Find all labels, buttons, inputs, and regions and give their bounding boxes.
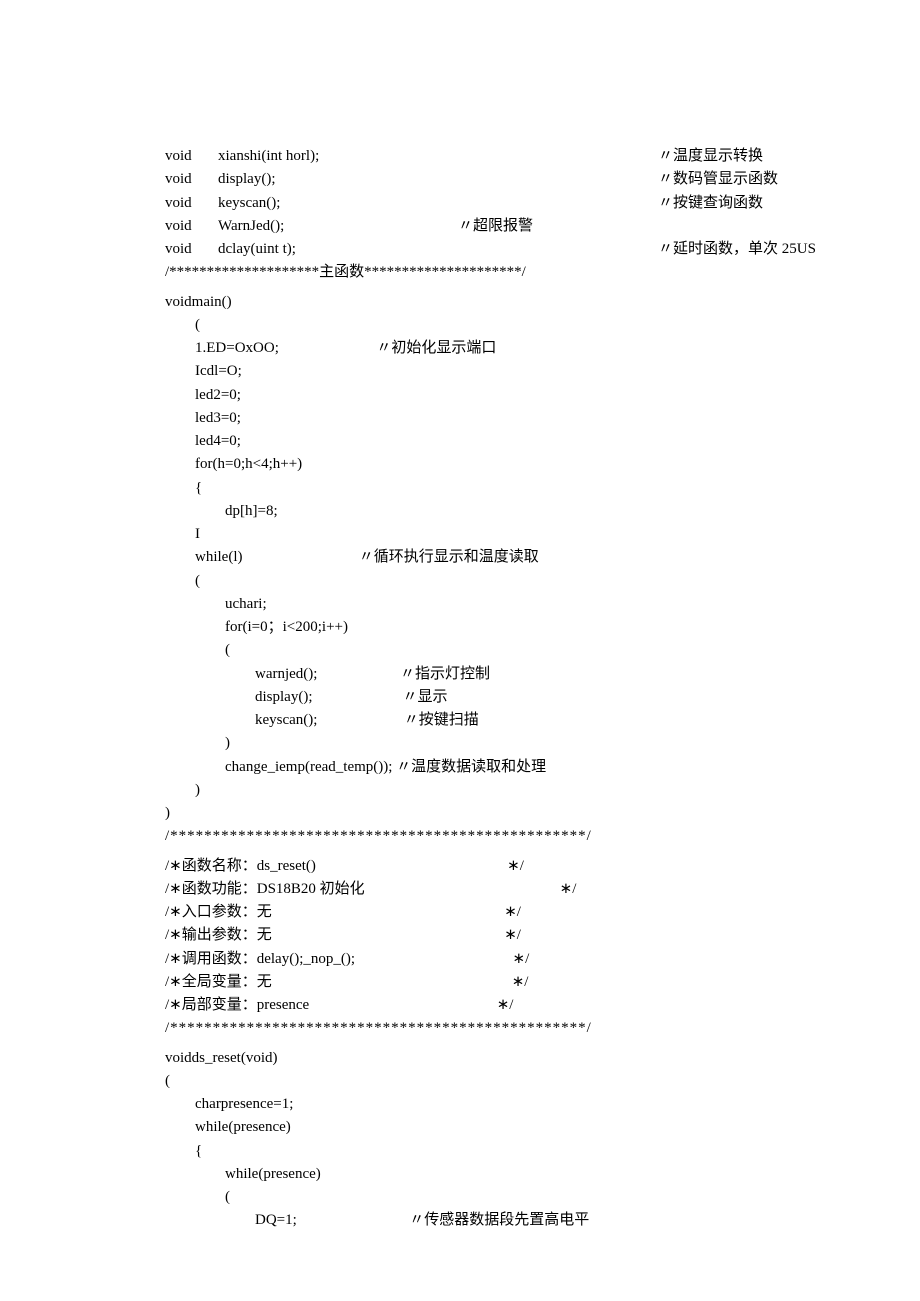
separator-3: /***************************************… — [165, 1017, 755, 1040]
code-line: for(h=0;h<4;h++) — [165, 453, 755, 476]
comment-block-line: /∗入口参数：无 ∗/ — [165, 901, 755, 924]
code-line: ( — [165, 570, 755, 593]
code-line: ) — [165, 802, 755, 825]
code-line: while(l) 〃循环执行显示和温度读取 — [165, 546, 755, 569]
code-line: keyscan(); 〃按键扫描 — [165, 709, 755, 732]
code-line: voidds_reset(void) — [165, 1047, 755, 1070]
decl-0: void xianshi(int horl); 〃温度显示转换 — [165, 145, 755, 168]
keyword: void — [165, 238, 218, 261]
code-line: led3=0; — [165, 407, 755, 430]
code-line: while(presence) — [165, 1163, 755, 1186]
comment: 〃温度显示转换 — [658, 145, 763, 168]
comment: 〃数码管显示函数 — [658, 168, 778, 191]
code-line: display(); 〃显示 — [165, 686, 755, 709]
code-line: dp[h]=8; — [165, 500, 755, 523]
code-line: ) — [165, 732, 755, 755]
comment: 〃延时函数，单次 25US — [658, 238, 816, 261]
decl-2: void keyscan(); 〃按键查询函数 — [165, 192, 755, 215]
signature: WarnJed(); — [218, 215, 458, 238]
code-line: ) — [165, 779, 755, 802]
signature: xianshi(int horl); — [218, 145, 658, 168]
signature: display(); — [218, 168, 658, 191]
keyword: void — [165, 215, 218, 238]
code-line: 1.ED=OxOO; 〃初始化显示端口 — [165, 337, 755, 360]
code-line: Icdl=O; — [165, 360, 755, 383]
code-line: uchari; — [165, 593, 755, 616]
separator-2: /***************************************… — [165, 825, 755, 848]
comment: 〃按键查询函数 — [658, 192, 763, 215]
keyword: void — [165, 145, 218, 168]
comment-block-line: /∗调用函数：delay();_nop_(); ∗/ — [165, 948, 755, 971]
signature: keyscan(); — [218, 192, 658, 215]
code-line: I — [165, 523, 755, 546]
code-line: ( — [165, 1186, 755, 1209]
code-line: warnjed(); 〃指示灯控制 — [165, 663, 755, 686]
code-line: voidmain() — [165, 291, 755, 314]
code-line: ( — [165, 314, 755, 337]
code-line: for(i=0；i<200;i++) — [165, 616, 755, 639]
comment-block-line: /∗函数功能：DS18B20 初始化 ∗/ — [165, 878, 755, 901]
page: void xianshi(int horl); 〃温度显示转换 void dis… — [0, 0, 920, 1301]
code-line: DQ=1; 〃传感器数据段先置高电平 — [165, 1209, 755, 1232]
keyword: void — [165, 168, 218, 191]
decl-3: void WarnJed(); 〃超限报警 — [165, 215, 755, 238]
decl-4: void dclay(uint t); 〃延时函数，单次 25US — [165, 238, 755, 261]
comment-block-line: /∗输出参数：无 ∗/ — [165, 924, 755, 947]
code-line: while(presence) — [165, 1116, 755, 1139]
separator-1: /********************主函数****************… — [165, 261, 755, 284]
code-line: charpresence=1; — [165, 1093, 755, 1116]
code-line: ( — [165, 1070, 755, 1093]
comment-block-line: /∗全局变量：无 ∗/ — [165, 971, 755, 994]
code-line: change_iemp(read_temp()); 〃温度数据读取和处理 — [165, 756, 755, 779]
code-line: ( — [165, 639, 755, 662]
comment-block-line: /∗局部变量：presence ∗/ — [165, 994, 755, 1017]
comment-mid: 〃超限报警 — [458, 215, 533, 238]
decl-1: void display(); 〃数码管显示函数 — [165, 168, 755, 191]
keyword: void — [165, 192, 218, 215]
code-line: { — [165, 477, 755, 500]
code-line: { — [165, 1140, 755, 1163]
signature: dclay(uint t); — [218, 238, 658, 261]
code-line: led4=0; — [165, 430, 755, 453]
comment-block-line: /∗函数名称：ds_reset() ∗/ — [165, 855, 755, 878]
code-line: led2=0; — [165, 384, 755, 407]
